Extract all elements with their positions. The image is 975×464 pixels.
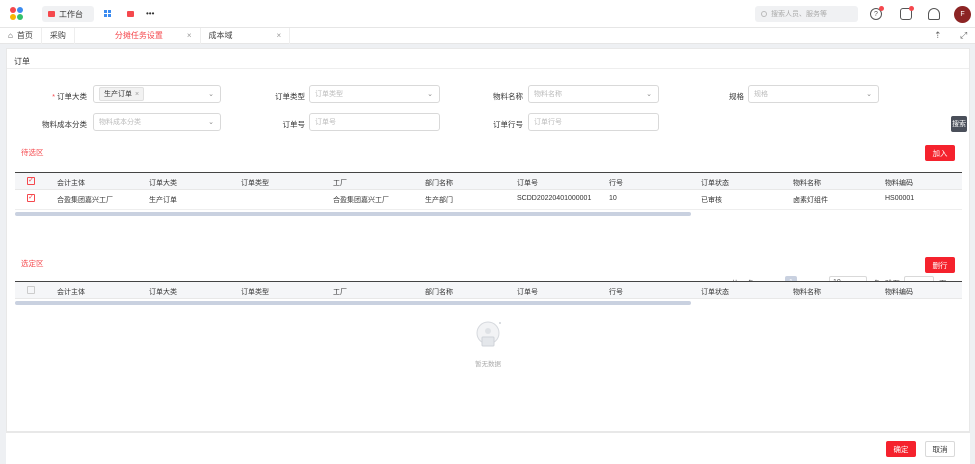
tab-purchase[interactable]: 采购 [42,27,75,44]
app-shortcut-icon[interactable] [127,11,134,17]
headset-icon[interactable] [928,8,940,20]
order-no-input[interactable]: 订单号 [309,113,440,131]
table-row[interactable]: ✓ 合盈集团嘉兴工厂 生产订单 合盈集团嘉兴工厂 生产部门 SCDD202204… [15,190,962,210]
order-line-label: 订单行号 [493,120,523,129]
column-header[interactable]: 物料名称 [793,178,821,188]
order-category-select[interactable]: 生产订单 × ⌄ [93,85,221,103]
help-badge [879,6,884,11]
app-logo-icon[interactable] [10,7,26,21]
chevron-down-icon: ⌄ [646,91,652,98]
horizontal-scrollbar[interactable] [15,212,691,216]
order-line-input[interactable]: 订单行号 [528,113,659,131]
pending-section-title: 待选区 [21,148,44,157]
more-menu-button[interactable]: ••• [146,9,154,18]
column-header[interactable]: 工厂 [333,287,347,297]
cell-order-no: SCDD20220401000001 [517,195,592,202]
column-header[interactable]: 行号 [609,178,623,188]
tag-close-icon[interactable]: × [135,91,139,98]
spec-select[interactable]: 规格 ⌄ [748,85,879,103]
tab-cost-domain[interactable]: 成本域 × [201,27,291,44]
column-header[interactable]: 物料名称 [793,287,821,297]
cell-order-category: 生产订单 [149,197,177,204]
order-type-select[interactable]: 订单类型 ⌄ [309,85,440,103]
tab-close-icon[interactable]: × [277,31,282,40]
global-search-input[interactable]: 搜索人员、服务等 [755,6,858,22]
column-header[interactable]: 会计主体 [57,178,85,188]
add-button[interactable]: 加入 [925,145,955,161]
chevron-down-icon: ⌄ [208,119,214,126]
cell-line-no: 10 [609,195,617,202]
material-name-label: 物料名称 [493,92,523,101]
column-header[interactable]: 部门名称 [425,287,453,297]
column-header[interactable]: 部门名称 [425,178,453,188]
chevron-down-icon: ⌄ [866,91,872,98]
row-checkbox[interactable]: ✓ [27,194,35,202]
order-no-label: 订单号 [282,120,306,129]
cost-category-select[interactable]: 物料成本分类 ⌄ [93,113,221,131]
cell-material-name: 卤素灯组件 [793,197,828,204]
cell-department: 生产部门 [425,197,453,204]
spec-label: 规格 [729,92,744,101]
cell-order-status: 已审核 [701,197,722,204]
order-category-label: * 订单大类 [52,92,87,101]
column-header[interactable]: 会计主体 [57,287,85,297]
column-header[interactable]: 订单状态 [701,178,729,188]
search-button[interactable]: 搜索 [951,116,967,132]
tab-bar: ⌂ 首页 采购 分摊任务设置 × 成本域 × ⇡ ⤢ [0,27,975,44]
column-header[interactable]: 物料编码 [885,287,913,297]
workbench-tab[interactable]: 工作台 [42,6,94,22]
column-header[interactable]: 订单大类 [149,178,177,188]
cell-entity: 合盈集团嘉兴工厂 [57,197,113,204]
panel-title: 订单 [14,57,30,66]
cell-material-code: HS00001 [885,195,915,202]
cancel-button[interactable]: 取消 [925,441,955,457]
select-all-checkbox[interactable] [27,286,35,294]
avatar[interactable]: F [954,6,971,23]
column-header[interactable]: 订单号 [517,178,538,188]
chevron-down-icon: ⌄ [427,91,433,98]
cost-category-label: 物料成本分类 [42,120,87,129]
fullscreen-icon[interactable]: ⤢ [960,30,967,41]
message-badge [909,6,914,11]
confirm-button[interactable]: 确定 [886,441,916,457]
order-type-label: 订单类型 [275,92,305,101]
tab-allocation-settings[interactable]: 分摊任务设置 × [75,27,201,44]
chevron-down-icon: ⌄ [208,91,214,98]
main-panel: 订单 * 订单大类 生产订单 × ⌄ 订单类型 订单类型 ⌄ 物料名称 物料名称 ⌄… [6,48,970,432]
column-header[interactable]: 订单类型 [241,178,269,188]
workbench-icon [48,11,55,17]
select-all-checkbox[interactable]: ✓ [27,177,35,185]
column-header[interactable]: 行号 [609,287,623,297]
empty-state-icon [473,319,503,353]
home-icon: ⌂ [8,31,13,40]
selected-section-title: 选定区 [21,259,44,268]
top-bar: 工作台 ••• 搜索人员、服务等 ? F [0,0,975,28]
search-icon [761,11,767,17]
tab-home[interactable]: ⌂ 首页 [0,27,42,44]
order-category-tag: 生产订单 × [99,87,145,101]
column-header[interactable]: 订单号 [517,287,538,297]
upload-icon[interactable]: ⇡ [934,30,942,41]
apps-grid-icon[interactable] [104,10,111,17]
empty-state-text: 暂无数据 [475,361,501,368]
column-header[interactable]: 订单大类 [149,287,177,297]
workbench-label: 工作台 [59,9,83,19]
footer-bar: 确定 取消 [6,432,970,464]
column-header[interactable]: 物料编码 [885,178,913,188]
tab-close-icon[interactable]: × [187,31,192,40]
cell-factory: 合盈集团嘉兴工厂 [333,197,389,204]
pending-table-header: ✓ 会计主体 订单大类 订单类型 工厂 部门名称 订单号 行号 订单状态 物料名… [15,172,962,190]
column-header[interactable]: 工厂 [333,178,347,188]
delete-row-button[interactable]: 删行 [925,257,955,273]
horizontal-scrollbar[interactable] [15,301,691,305]
material-name-select[interactable]: 物料名称 ⌄ [528,85,659,103]
column-header[interactable]: 订单状态 [701,287,729,297]
column-header[interactable]: 订单类型 [241,287,269,297]
selected-table-header: 会计主体 订单大类 订单类型 工厂 部门名称 订单号 行号 订单状态 物料名称 … [15,281,962,299]
